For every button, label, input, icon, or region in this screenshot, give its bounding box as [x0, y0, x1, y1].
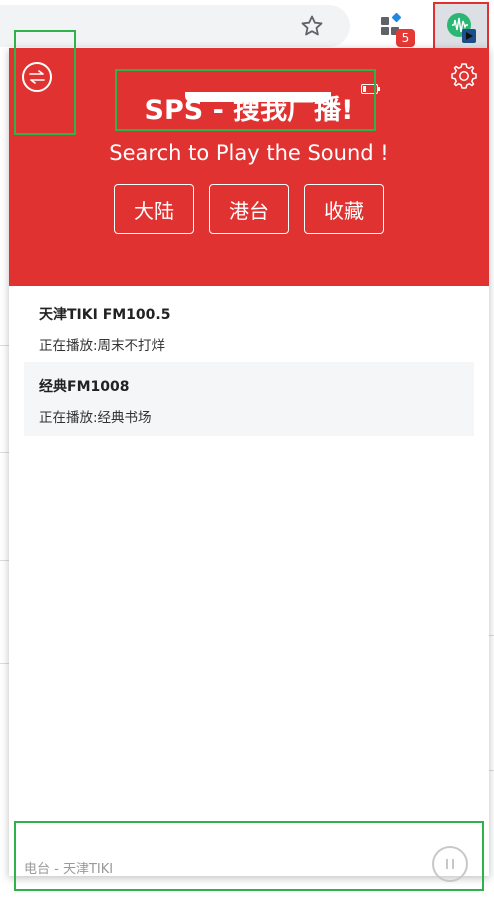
- station-now-playing: 正在播放:经典书场: [39, 410, 152, 426]
- popup-subtitle: Search to Play the Sound !: [109, 141, 389, 165]
- station-item[interactable]: 经典FM1008 正在播放:经典书场: [24, 362, 474, 436]
- player-now-playing: 电台 - 天津TIKI: [24, 862, 114, 877]
- station-name: 天津TIKI FM100.5: [39, 307, 171, 323]
- star-icon: [301, 15, 323, 36]
- pause-icon: [446, 859, 454, 869]
- pause-button[interactable]: [432, 846, 468, 882]
- bookmark-star-button[interactable]: [296, 10, 328, 42]
- player-bar: 电台 - 天津TIKI: [9, 822, 489, 882]
- background-divider: [0, 345, 9, 346]
- hk-tw-button[interactable]: 港台: [209, 184, 289, 234]
- sps-popup: SPS - 搜我广播! Search to Play the Sound ! 大…: [9, 48, 489, 882]
- sps-extension-icon: [447, 13, 476, 43]
- station-item[interactable]: 天津TIKI FM100.5 正在播放:周末不打烊: [24, 290, 474, 354]
- sps-extension-button[interactable]: [433, 2, 489, 52]
- mainland-button[interactable]: 大陆: [114, 184, 194, 234]
- favorites-button[interactable]: 收藏: [304, 184, 384, 234]
- background-divider: [0, 663, 9, 664]
- station-name: 经典FM1008: [39, 379, 130, 395]
- popup-header: SPS - 搜我广播! Search to Play the Sound ! 大…: [9, 48, 489, 286]
- browser-toolbar: 5: [0, 0, 494, 52]
- background-divider: [0, 560, 9, 561]
- background-divider: [0, 452, 9, 453]
- station-now-playing: 正在播放:周末不打烊: [39, 338, 166, 354]
- switch-icon: [29, 70, 45, 84]
- gear-icon: [451, 63, 477, 89]
- extension-count-badge: 5: [396, 29, 415, 47]
- popup-top-tab: [185, 92, 331, 102]
